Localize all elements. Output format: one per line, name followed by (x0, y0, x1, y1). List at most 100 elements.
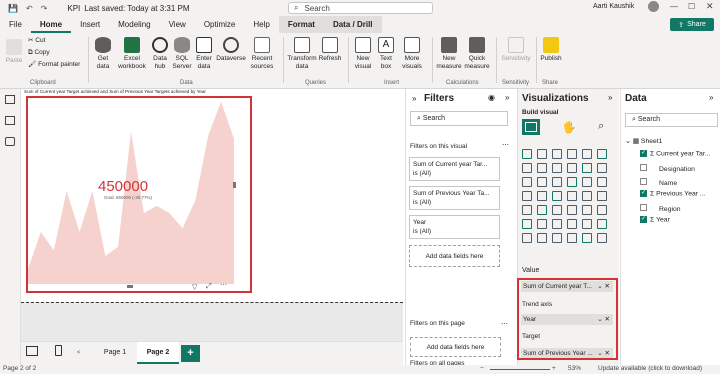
filter-card[interactable]: Sum of Current year Tar... is (All) (409, 157, 500, 181)
redo-icon[interactable]: ↷ (41, 4, 48, 13)
zoom-in-icon[interactable]: + (552, 365, 556, 372)
visual-type-icon[interactable] (537, 205, 547, 215)
collapse-icon[interactable]: » (709, 93, 713, 102)
field-item[interactable]: Designation (640, 164, 695, 173)
page-drop-zone[interactable]: Add data fields here (410, 337, 501, 357)
visual-type-icon[interactable] (597, 177, 607, 187)
tab-page-2[interactable]: Page 2 (137, 342, 179, 364)
collapse-icon[interactable]: » (412, 94, 416, 103)
table-view-icon[interactable] (5, 116, 15, 125)
data-hub-button[interactable]: Data hub (150, 37, 170, 70)
more-options-icon[interactable]: ⋯ (220, 281, 227, 289)
more-options-icon[interactable]: ⋯ (502, 141, 509, 149)
visual-type-icon[interactable] (537, 177, 547, 187)
save-icon[interactable]: 💾 (8, 4, 18, 13)
visual-type-icon[interactable] (582, 233, 592, 243)
minimize-icon[interactable]: — (670, 2, 678, 11)
visual-type-icon[interactable] (567, 233, 577, 243)
visual-type-icon[interactable] (537, 233, 547, 243)
visual-type-icon[interactable] (567, 219, 577, 229)
checkbox-checked-icon[interactable]: ✓ (640, 190, 647, 197)
data-search-input[interactable]: ⌕ Search (625, 113, 718, 127)
visual-type-icon[interactable] (567, 149, 577, 159)
visual-type-icon[interactable] (582, 163, 592, 173)
search-input[interactable]: ⌕ Search (288, 2, 433, 14)
visual-type-icon[interactable] (582, 191, 592, 201)
checkbox-icon[interactable] (640, 164, 647, 171)
model-view-icon[interactable] (5, 137, 15, 146)
field-item[interactable]: Name (640, 178, 677, 187)
paste-button[interactable]: Paste (4, 39, 24, 65)
visual-type-icon[interactable] (597, 191, 607, 201)
share-button[interactable]: ⇪ Share (670, 18, 714, 31)
report-view-icon[interactable] (5, 95, 15, 104)
more-options-icon[interactable]: ⋯ (501, 320, 508, 328)
analytics-icon[interactable]: ⌕ (598, 120, 604, 133)
cut-button[interactable]: ✂ Cut (28, 37, 45, 45)
undo-icon[interactable]: ↶ (26, 4, 33, 13)
sql-button[interactable]: SQL Server (172, 37, 192, 70)
visual-type-icon[interactable] (522, 219, 532, 229)
visual-type-icon[interactable] (552, 191, 562, 201)
get-data-button[interactable]: Get data (92, 37, 114, 70)
text-box-button[interactable]: A Text box (376, 37, 396, 70)
user-name[interactable]: Aarti Kaushik (593, 3, 634, 10)
recent-sources-button[interactable]: Recent sources (248, 37, 276, 70)
chevron-down-icon[interactable]: ⌄ (625, 138, 631, 145)
enter-data-button[interactable]: Enter data (194, 37, 214, 70)
mobile-layout-icon[interactable] (55, 345, 62, 356)
avatar[interactable] (648, 1, 659, 12)
visual-type-icon[interactable] (582, 149, 592, 159)
zoom-out-icon[interactable]: − (480, 365, 484, 372)
visual-type-icon[interactable] (522, 163, 532, 173)
visual-type-icon[interactable] (567, 191, 577, 201)
maximize-icon[interactable]: ☐ (688, 2, 695, 11)
menu-insert[interactable]: Insert (71, 16, 109, 33)
visual-type-icon[interactable] (522, 177, 532, 187)
quick-measure-button[interactable]: Quick measure (464, 37, 490, 70)
resize-handle[interactable] (233, 182, 236, 188)
expand-icon[interactable]: » (505, 93, 509, 102)
visual-type-icon[interactable] (567, 163, 577, 173)
new-visual-button[interactable]: New visual (352, 37, 374, 70)
visual-type-icon[interactable] (552, 219, 562, 229)
visual-type-icon[interactable] (597, 163, 607, 173)
copy-button[interactable]: ⧉ Copy (28, 49, 50, 57)
visual-drop-zone[interactable]: Add data fields here (409, 245, 500, 267)
visual-type-icon[interactable] (567, 177, 577, 187)
visual-type-icon[interactable] (552, 177, 562, 187)
publish-button[interactable]: Publish (540, 37, 562, 63)
table-node[interactable]: ⌄ ▦ Sheet1 (625, 137, 662, 145)
eye-icon[interactable]: ◉ (488, 93, 495, 102)
checkbox-icon[interactable] (640, 178, 647, 185)
visual-type-icon[interactable] (522, 149, 532, 159)
checkbox-icon[interactable] (640, 204, 647, 211)
menu-file[interactable]: File (0, 16, 31, 33)
kpi-visual[interactable]: 450000 Goal: 650000 (-30.77%) ▽ ⤢ ⋯ (26, 96, 252, 293)
visual-type-icon[interactable] (522, 191, 532, 201)
add-page-button[interactable]: + (181, 345, 200, 362)
sensitivity-button[interactable]: Sensitivity (500, 37, 532, 63)
checkbox-checked-icon[interactable]: ✓ (640, 216, 647, 223)
visual-type-icon[interactable] (552, 205, 562, 215)
collapse-icon[interactable]: » (608, 93, 612, 102)
field-item[interactable]: ✓ Σ Previous Year ... (640, 190, 706, 197)
zoom-slider[interactable] (490, 369, 550, 370)
visual-type-icon[interactable] (597, 219, 607, 229)
tab-page-1[interactable]: Page 1 (94, 342, 136, 364)
visual-type-icon[interactable] (597, 149, 607, 159)
menu-data-drill[interactable]: Data / Drill (323, 16, 382, 33)
checkbox-checked-icon[interactable]: ✓ (640, 150, 647, 157)
visual-type-icon[interactable] (552, 163, 562, 173)
update-notice[interactable]: Update available (click to download) (598, 365, 702, 372)
visual-type-icon[interactable] (537, 163, 547, 173)
build-visual-tab[interactable] (522, 119, 540, 135)
field-item[interactable]: ✓ Σ Current year Tar... (640, 150, 710, 157)
visual-type-icon[interactable] (582, 205, 592, 215)
more-visuals-button[interactable]: More visuals (398, 37, 426, 70)
visual-type-icon[interactable] (537, 191, 547, 201)
visual-type-icon[interactable] (522, 233, 532, 243)
filter-card[interactable]: Year is (All) (409, 215, 500, 239)
prev-page-icon[interactable]: < (77, 350, 81, 356)
menu-view[interactable]: View (160, 16, 195, 33)
